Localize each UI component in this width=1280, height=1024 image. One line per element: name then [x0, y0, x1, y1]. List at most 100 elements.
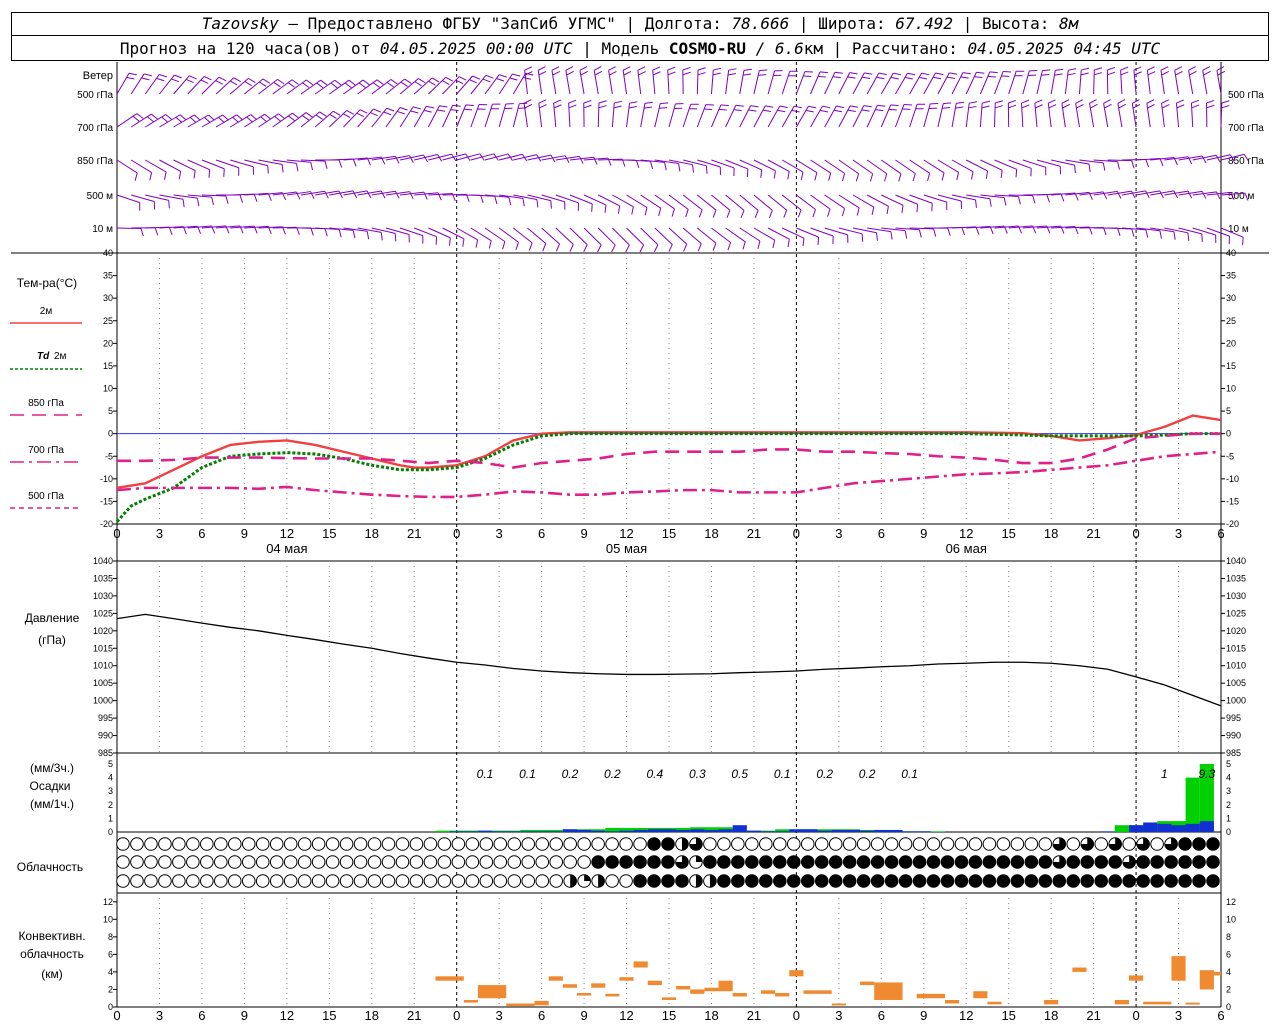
cloud-cover-icon [493, 837, 508, 851]
wind-barb-feather [1094, 67, 1103, 71]
precip-unit-1h: (мм/1ч.) [30, 797, 74, 811]
cloud-circle [717, 837, 731, 851]
wind-barb-staff [626, 227, 644, 246]
wind-barb-feather [841, 208, 846, 217]
wind-barb-icon [894, 104, 912, 128]
cloud-circle [116, 855, 130, 869]
wind-barb-feather [1117, 161, 1120, 170]
wind-barb-icon [640, 227, 659, 253]
cloud-circle [186, 837, 200, 851]
cloud-fill [1039, 874, 1052, 888]
wind-barb-icon [187, 194, 214, 205]
cloud-cover-icon [535, 837, 550, 851]
cloud-cover-icon [982, 874, 997, 888]
cloud-fill [1066, 874, 1080, 888]
wind-barb-icon [937, 194, 963, 210]
convective-bar [1114, 999, 1129, 1005]
pressure-tick-label: 1025 [93, 608, 113, 618]
wind-barb-feather [1061, 99, 1070, 104]
cloud-circle [479, 855, 494, 869]
wind-barb-icon [414, 192, 442, 201]
wind-barb-feather [614, 100, 623, 104]
cloud-fill [591, 855, 605, 869]
wind-barb-feather [295, 163, 299, 172]
wind-barb-feather [542, 243, 547, 252]
wind-barb-feather [1120, 66, 1129, 71]
cloud-fill [681, 837, 689, 851]
cloud-cover-icon [647, 855, 661, 869]
wind-barb-feather [987, 75, 996, 78]
wind-barb-icon [1008, 70, 1025, 95]
wind-barb-feather [278, 113, 286, 120]
convective-bar [477, 985, 507, 999]
pressure-tick-label-right: 985 [1226, 748, 1241, 758]
wind-barb-feather [320, 79, 328, 86]
wind-barb-feather [609, 70, 617, 76]
cloud-circle [493, 855, 508, 869]
wind-barb-staff [640, 103, 646, 128]
convective-bar [619, 977, 634, 981]
wind-barb-feather [193, 170, 196, 179]
wind-barb-feather [847, 76, 856, 79]
wind-barb-feather [1088, 163, 1091, 172]
pressure-title: Давление [25, 611, 80, 625]
temp-tick-label-right: -5 [1226, 451, 1234, 461]
wind-barb-feather [1159, 158, 1164, 167]
cloud-circle [703, 837, 717, 851]
cloud-cover-icon [437, 874, 452, 888]
wind-barb-feather [222, 114, 229, 121]
wind-barb-staff [1021, 103, 1024, 128]
wind-barb-icon [130, 113, 158, 128]
cloud-fill [955, 874, 968, 888]
cloud-cover-icon [800, 855, 815, 869]
precip-1h-bar [647, 829, 662, 832]
wind-barb-feather [962, 72, 971, 75]
cloud-circle [842, 837, 857, 851]
wind-barb-feather [359, 109, 368, 114]
precip-value-label: 0.5 [731, 767, 748, 781]
wind-barb-feather [524, 66, 533, 71]
wind-barb-staff [1192, 227, 1216, 236]
wind-barb-icon [838, 227, 864, 242]
pressure-tick-label: 1020 [93, 626, 113, 636]
convective-unit: (км) [41, 967, 63, 981]
wind-barb-icon [838, 159, 860, 182]
wind-barb-feather [639, 244, 645, 253]
wind-barb-icon [1036, 159, 1062, 175]
cloud-circle [423, 855, 438, 869]
wind-barb-feather [712, 209, 717, 218]
wind-barb-icon [413, 105, 435, 128]
wind-barb-icon [612, 227, 630, 253]
cloud-fill [1136, 855, 1150, 869]
cloud-cover-icon [563, 855, 577, 869]
wind-barb-feather [1034, 99, 1043, 104]
cloud-cover-icon [1206, 855, 1220, 869]
wind-barb-feather [593, 157, 598, 165]
cloud-cover-icon [116, 855, 130, 869]
wind-barb-icon [852, 227, 878, 241]
cloud-cover-icon [214, 855, 228, 869]
cloud-circle [1024, 837, 1039, 851]
cloud-fill [759, 855, 773, 869]
wind-barb-feather [650, 161, 654, 170]
pressure-tick-label-right: 1035 [1226, 573, 1246, 583]
cloud-cover-icon [703, 874, 717, 888]
wind-barb-feather [802, 238, 805, 247]
wind-barb-icon [456, 194, 484, 204]
cloud-cover-icon [325, 855, 340, 869]
wind-barb-feather [1041, 74, 1050, 76]
wind-barb-feather [1021, 104, 1030, 109]
hour-tick-label-bottom: 18 [704, 1008, 718, 1023]
wind-barb-feather [1203, 70, 1211, 76]
cloud-fill [871, 874, 884, 888]
wind-barb-staff [442, 153, 466, 161]
cloud-circle [381, 837, 396, 851]
wind-barb-staff [965, 103, 970, 128]
wind-barb-feather [579, 66, 588, 71]
wind-barb-feather [888, 108, 897, 111]
cloud-fill [695, 855, 703, 862]
wind-barb-feather [622, 66, 631, 71]
temp-tick-label-right: 20 [1226, 338, 1236, 348]
wind-barb-feather [720, 104, 729, 107]
precip-unit-3h: (мм/3ч.) [30, 761, 74, 775]
